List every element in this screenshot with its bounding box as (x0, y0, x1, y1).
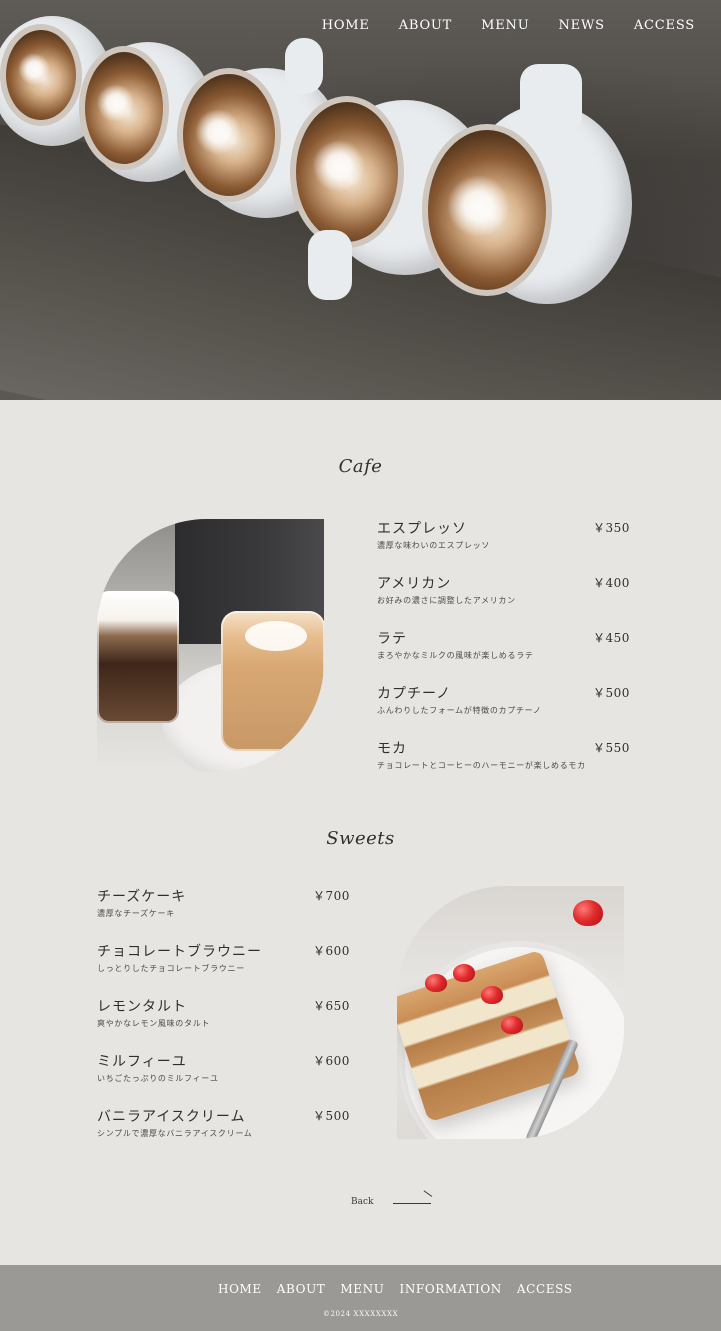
menu-item-name: チョコレートブラウニー (97, 944, 262, 960)
hero-image: HOME ABOUT MENU NEWS ACCESS (0, 0, 721, 400)
footer-navigation: HOME ABOUT MENU INFORMATION ACCESS (218, 1282, 573, 1296)
menu-item-description: 爽やかなレモン風味のタルト (97, 1019, 211, 1028)
menu-item-description: 濃厚な味わいのエスプレッソ (377, 541, 491, 550)
nav-link-news[interactable]: NEWS (559, 18, 605, 33)
menu-item-description: いちごたっぷりのミルフィーユ (97, 1074, 219, 1083)
footer-link-information[interactable]: INFORMATION (399, 1282, 501, 1296)
arrow-right-icon (393, 1197, 432, 1207)
sweets-menu-item: レモンタルト ￥650 爽やかなレモン風味のタルト (97, 996, 357, 1051)
menu-item-name: バニラアイスクリーム (97, 1109, 246, 1125)
section-title-sweets: Sweets (326, 828, 395, 849)
menu-item-price: ￥600 (313, 1054, 350, 1068)
menu-item-name: チーズケーキ (97, 889, 187, 905)
cafe-menu-item: モカ ￥550 チョコレートとコーヒーのハーモニーが楽しめるモカ (377, 738, 629, 793)
menu-item-name: カプチーノ (377, 686, 452, 702)
footer-link-home[interactable]: HOME (218, 1282, 262, 1296)
sweets-menu-item: バニラアイスクリーム ￥500 シンプルで濃厚なバニラアイスクリーム (97, 1106, 357, 1161)
back-label: Back (351, 1197, 374, 1207)
menu-item-name: ラテ (377, 631, 407, 647)
menu-item-description: シンプルで濃厚なバニラアイスクリーム (97, 1129, 253, 1138)
menu-item-description: しっとりしたチョコレートブラウニー (97, 964, 245, 973)
nav-link-home[interactable]: HOME (322, 18, 370, 33)
sweets-menu-list: チーズケーキ ￥700 濃厚なチーズケーキ チョコレートブラウニー ￥600 し… (97, 886, 357, 1161)
menu-item-description: お好みの濃さに調整したアメリカン (377, 596, 516, 605)
menu-item-description: ふんわりしたフォームが特徴のカプチーノ (377, 706, 542, 715)
menu-item-price: ￥500 (593, 686, 630, 700)
cafe-menu-item: エスプレッソ ￥350 濃厚な味わいのエスプレッソ (377, 518, 629, 573)
footer-link-menu[interactable]: MENU (340, 1282, 384, 1296)
top-navigation: HOME ABOUT MENU NEWS ACCESS (322, 18, 695, 33)
sweets-menu-item: チーズケーキ ￥700 濃厚なチーズケーキ (97, 886, 357, 941)
sweets-menu-item: チョコレートブラウニー ￥600 しっとりしたチョコレートブラウニー (97, 941, 357, 996)
section-title-cafe: Cafe (338, 456, 383, 477)
coffee-cup (420, 64, 650, 324)
menu-item-description: チョコレートとコーヒーのハーモニーが楽しめるモカ (377, 761, 586, 770)
menu-item-price: ￥600 (313, 944, 350, 958)
cafe-menu-item: ラテ ￥450 まろやかなミルクの風味が楽しめるラテ (377, 628, 629, 683)
menu-item-name: レモンタルト (97, 999, 187, 1015)
menu-item-price: ￥700 (313, 889, 350, 903)
cafe-photo (97, 519, 324, 772)
cafe-menu-item: アメリカン ￥400 お好みの濃さに調整したアメリカン (377, 573, 629, 628)
menu-item-price: ￥350 (593, 521, 630, 535)
nav-link-menu[interactable]: MENU (481, 18, 529, 33)
menu-item-description: まろやかなミルクの風味が楽しめるラテ (377, 651, 534, 660)
sweets-menu-item: ミルフィーユ ￥600 いちごたっぷりのミルフィーユ (97, 1051, 357, 1106)
back-link[interactable]: Back (351, 1197, 432, 1207)
menu-item-name: モカ (377, 741, 407, 757)
menu-item-price: ￥500 (313, 1109, 350, 1123)
footer-link-about[interactable]: ABOUT (277, 1282, 326, 1296)
cafe-menu-list: エスプレッソ ￥350 濃厚な味わいのエスプレッソ アメリカン ￥400 お好み… (377, 518, 629, 793)
menu-item-name: アメリカン (377, 576, 452, 592)
menu-item-name: ミルフィーユ (97, 1054, 187, 1070)
menu-item-description: 濃厚なチーズケーキ (97, 909, 175, 918)
menu-item-price: ￥550 (593, 741, 630, 755)
menu-item-name: エスプレッソ (377, 521, 467, 537)
nav-link-access[interactable]: ACCESS (634, 18, 695, 33)
sweets-photo (397, 886, 624, 1139)
footer: HOME ABOUT MENU INFORMATION ACCESS ©2024… (0, 1265, 721, 1331)
menu-item-price: ￥650 (313, 999, 350, 1013)
menu-item-price: ￥400 (593, 576, 630, 590)
footer-copyright: ©2024 XXXXXXXX (322, 1310, 399, 1318)
cafe-menu-page: HOME ABOUT MENU NEWS ACCESS Cafe エスプレッソ … (0, 0, 721, 1331)
footer-link-access[interactable]: ACCESS (517, 1282, 573, 1296)
menu-item-price: ￥450 (593, 631, 630, 645)
cafe-menu-item: カプチーノ ￥500 ふんわりしたフォームが特徴のカプチーノ (377, 683, 629, 738)
nav-link-about[interactable]: ABOUT (399, 18, 452, 33)
